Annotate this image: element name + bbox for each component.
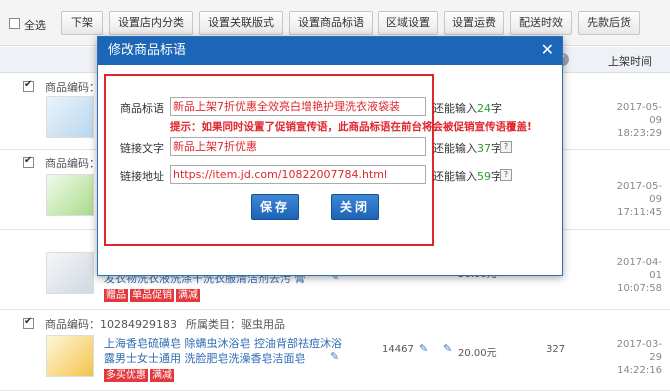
on-shelf-date: 2017-05-09 18:23:29 <box>616 102 662 139</box>
tag-multi-buy: 多买优惠 <box>104 369 148 382</box>
product-thumbnail[interactable] <box>46 96 94 138</box>
product-thumbnail[interactable] <box>46 252 94 294</box>
close-icon[interactable]: ✕ <box>541 41 554 59</box>
pay-first-button[interactable]: 先款后货 <box>578 11 640 35</box>
stock-value: 14467 <box>382 344 414 355</box>
set-slogan-button[interactable]: 设置商品标语 <box>289 11 373 35</box>
product-code: 商品编码： <box>45 157 100 170</box>
tag-promo: 单品促销 <box>130 289 174 302</box>
on-shelf-date: 2017-04-01 10:07:58 <box>616 257 662 294</box>
slogan-tip: 提示：如果同时设置了促销宣传语，此商品标语在前台将会被促销宣传语覆盖! <box>170 121 532 133</box>
product-code: 商品编码： <box>45 81 100 94</box>
link-url-input[interactable]: https://item.jd.com/10822007784.html <box>170 165 426 184</box>
price-value: 20.00元 <box>458 348 497 359</box>
link-url-remaining: 还能输入59字 <box>433 170 502 183</box>
row-checkbox[interactable] <box>23 79 34 92</box>
close-button[interactable]: 关闭 <box>331 194 379 220</box>
link-url-help-icon[interactable]: ? <box>500 169 512 181</box>
product-thumbnail[interactable] <box>46 174 94 216</box>
link-url-label: 链接地址 <box>120 170 164 183</box>
edit-price-icon[interactable]: ✎ <box>443 342 452 355</box>
unshelve-button[interactable]: 下架 <box>61 11 103 35</box>
dialog-header: 修改商品标语 ✕ <box>98 37 562 65</box>
tag-discount: 满减 <box>176 289 200 302</box>
link-text-label: 链接文字 <box>120 142 164 155</box>
edit-stock-icon[interactable]: ✎ <box>419 342 428 355</box>
edit-title-icon[interactable]: ✎ <box>330 350 339 363</box>
row-checkbox[interactable] <box>23 316 34 329</box>
select-all-checkbox[interactable] <box>9 18 20 29</box>
region-settings-button[interactable]: 区域设置 <box>378 11 438 35</box>
sales-count: 327 <box>546 344 566 355</box>
product-title[interactable]: 上海香皂硫磺皂 除螨虫沐浴皂 控油背部祛痘沐浴露男士女士通用 洗脸肥皂洗澡香皂洁… <box>104 336 344 382</box>
set-store-category-button[interactable]: 设置店内分类 <box>109 11 193 35</box>
row-checkbox[interactable] <box>23 155 34 168</box>
select-all-label: 全选 <box>24 19 46 32</box>
set-shipping-button[interactable]: 设置运费 <box>444 11 504 35</box>
tag-discount: 满减 <box>150 369 174 382</box>
slogan-input[interactable]: 新品上架7折优惠全效亮白增艳护理洗衣液袋装 <box>170 97 426 116</box>
link-text-help-icon[interactable]: ? <box>500 141 512 153</box>
slogan-remaining: 还能输入24字 <box>433 102 502 115</box>
edit-slogan-dialog: 修改商品标语 ✕ 商品标语 新品上架7折优惠全效亮白增艳护理洗衣液袋装 还能输入… <box>97 36 563 276</box>
slogan-label: 商品标语 <box>120 102 164 115</box>
on-shelf-date: 2017-03-29 14:22:16 <box>616 339 662 376</box>
link-text-input[interactable]: 新品上架7折优惠 <box>170 137 426 156</box>
dialog-title: 修改商品标语 <box>108 43 187 58</box>
product-category: 所属类目：驱虫用品 <box>186 318 285 331</box>
product-thumbnail[interactable] <box>46 335 94 377</box>
set-related-layout-button[interactable]: 设置关联版式 <box>199 11 283 35</box>
link-text-remaining: 还能输入37字 <box>433 142 502 155</box>
delivery-time-button[interactable]: 配送时效 <box>510 11 572 35</box>
tag-gift: 赠品 <box>104 289 128 302</box>
product-code: 商品编码：10284929183 <box>45 318 177 331</box>
on-shelf-date: 2017-05-09 17:11:45 <box>616 181 662 218</box>
save-button[interactable]: 保存 <box>251 194 299 220</box>
table-row: 商品编码：10284929183 所属类目：驱虫用品 上海香皂硫磺皂 除螨虫沐浴… <box>0 310 670 391</box>
on-shelf-time-header: 上架时间 <box>608 55 652 68</box>
